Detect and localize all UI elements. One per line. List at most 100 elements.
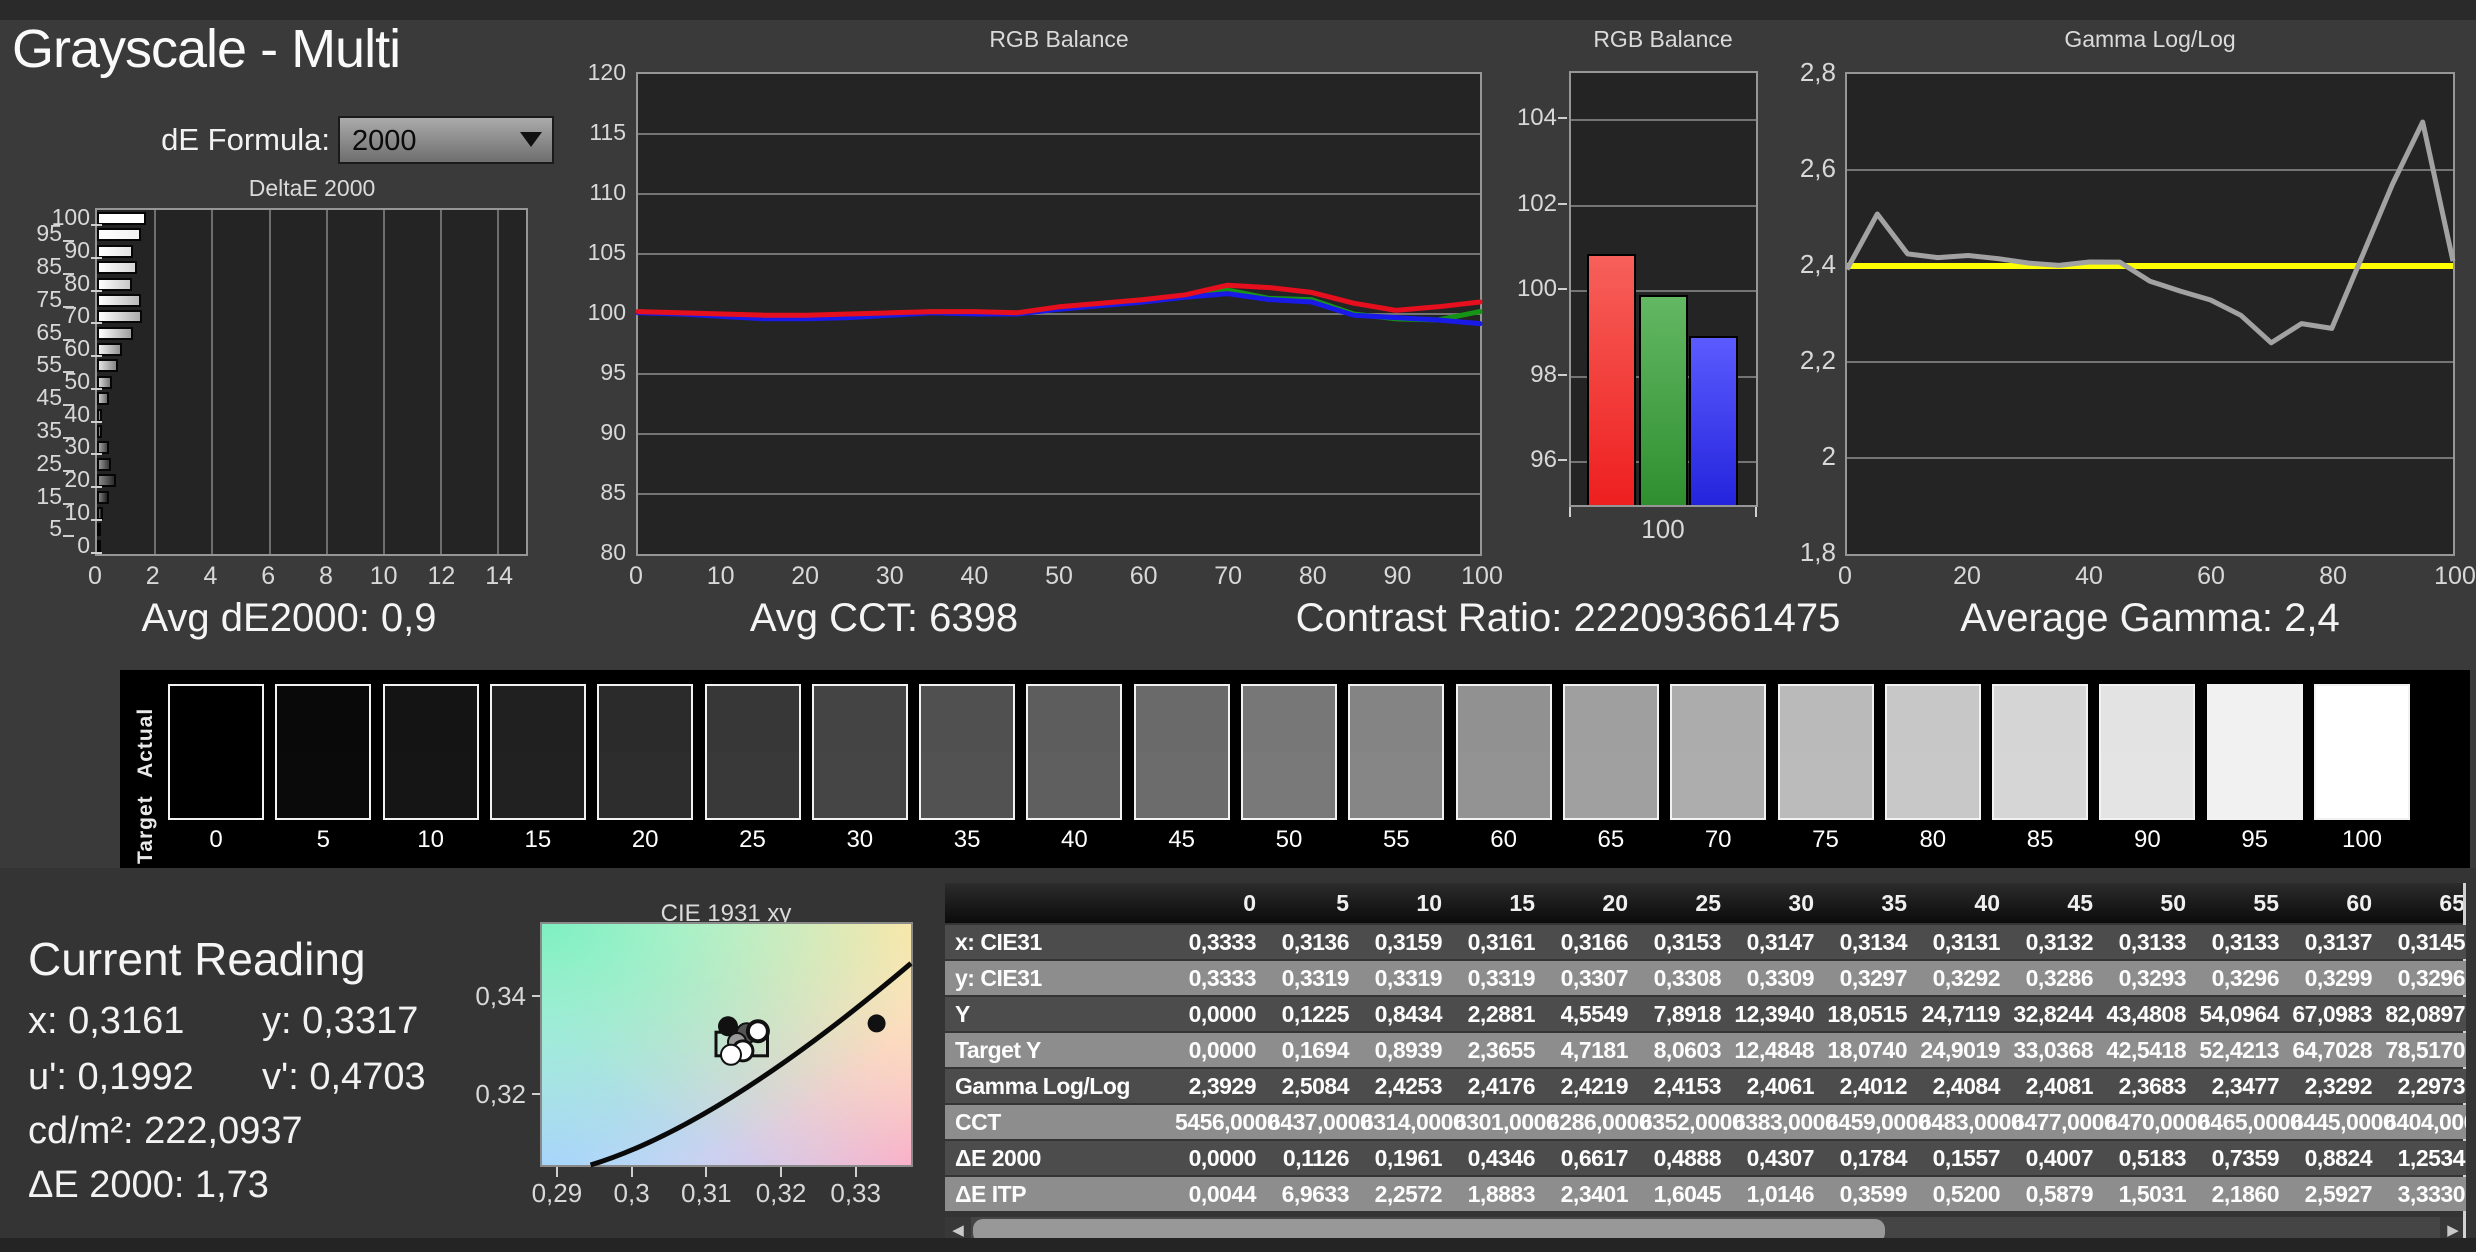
table-cell: 0,1225 xyxy=(1281,1001,1350,1027)
table-cell: 0,3147 xyxy=(1746,929,1815,955)
deltae-ytickmark-30 xyxy=(91,453,102,456)
swatch-label-35: 35 xyxy=(953,826,981,853)
rgbbar-ytickmark-104 xyxy=(1558,117,1567,120)
rgb-balance-lines-svg xyxy=(635,133,1483,495)
table-cell: 0,3333 xyxy=(1188,929,1257,955)
rgb-xtick-100: 100 xyxy=(1461,562,1503,590)
table-col-header-25: 25 xyxy=(1695,890,1721,916)
cie-xtick-0,3: 0,3 xyxy=(613,1178,650,1208)
grayscale-swatch-35 xyxy=(919,684,1016,820)
swatch-target-15 xyxy=(491,752,584,818)
chevron-down-icon xyxy=(520,132,542,147)
swatch-actual-5 xyxy=(277,686,370,752)
swatch-actual-35 xyxy=(921,686,1014,752)
swatch-actual-55 xyxy=(1350,686,1443,752)
reading-x: x: 0,3161 xyxy=(28,1000,185,1042)
deltae-xtick-14: 14 xyxy=(485,562,513,590)
rgbbar-ytick-100: 100 xyxy=(1516,275,1557,303)
table-cell: 0,3319 xyxy=(1281,965,1350,991)
table-cell: 2,4012 xyxy=(1839,1073,1908,1099)
table-cell: 3,3330 xyxy=(2397,1181,2466,1207)
swatch-actual-15 xyxy=(491,686,584,752)
table-cell: 0,6617 xyxy=(1560,1145,1629,1171)
cie-xtickmark-0,3 xyxy=(630,1167,633,1177)
deltae-ytickmark-10 xyxy=(91,518,102,521)
table-cell: 0,1557 xyxy=(1932,1145,2001,1171)
gamma-xtick-60: 60 xyxy=(2197,562,2225,590)
table-cell: 12,4848 xyxy=(1734,1037,1814,1063)
table-col-header-50: 50 xyxy=(2160,890,2186,916)
table-cell: 0,3145 xyxy=(2397,929,2466,955)
deltae-ytickmark-85 xyxy=(63,273,74,276)
table-cell: 0,3319 xyxy=(1374,965,1443,991)
table-cell: 2,2881 xyxy=(1467,1001,1536,1027)
rgb-balance-line-plot xyxy=(635,72,1483,556)
rgbbar-ytickmark-100 xyxy=(1558,288,1567,291)
table-cell: 0,1126 xyxy=(1282,1145,1350,1171)
deltae-xtick-8: 8 xyxy=(318,562,333,590)
swatch-label-80: 80 xyxy=(1919,826,1947,853)
grayscale-swatch-10 xyxy=(382,684,479,820)
table-col-header-0: 0 xyxy=(1243,890,1256,916)
cie-ytickmark-0,32 xyxy=(532,1093,540,1096)
table-cell: 18,0515 xyxy=(1827,1001,1907,1027)
table-cell: 0,5183 xyxy=(2118,1145,2187,1171)
table-cell: 0,0000 xyxy=(1188,1001,1257,1027)
swatch-actual-100 xyxy=(2316,686,2408,752)
table-cell: 6286,0000 xyxy=(1547,1109,1652,1135)
gamma-ytick-2,2: 2,2 xyxy=(1799,345,1836,375)
measurement-point-5 xyxy=(720,1043,742,1066)
table-cell: 6,9633 xyxy=(1281,1181,1350,1207)
grayscale-swatch-45 xyxy=(1133,684,1230,820)
deltae-ytickmark-55 xyxy=(63,371,74,374)
swatch-target-10 xyxy=(384,752,477,818)
gamma-xtick-80: 80 xyxy=(2319,562,2347,590)
swatch-actual-0 xyxy=(170,686,262,752)
rgbbar-ytickmark-98 xyxy=(1558,373,1567,376)
swatch-actual-10 xyxy=(384,686,477,752)
swatch-label-90: 90 xyxy=(2134,826,2161,853)
row-label: Gamma Log/Log xyxy=(955,1073,1130,1099)
table-col-header-15: 15 xyxy=(1509,890,1535,916)
table-cell: 0,3292 xyxy=(1932,965,2001,991)
swatch-target-70 xyxy=(1672,752,1765,818)
swatch-actual-45 xyxy=(1135,686,1228,752)
deltae-ytick-100: 100 xyxy=(51,204,90,230)
swatch-target-85 xyxy=(1994,752,2087,818)
row-label: y: CIE31 xyxy=(955,965,1042,991)
de-formula-select[interactable]: 2000 xyxy=(338,116,554,164)
swatch-actual-70 xyxy=(1672,686,1765,752)
table-cell: 2,4084 xyxy=(1932,1073,2001,1099)
gamma-chart-title: Gamma Log/Log xyxy=(2064,26,2236,52)
table-cell: 2,2572 xyxy=(1374,1181,1443,1207)
cie-xtickmark-0,29 xyxy=(555,1167,558,1177)
gridline-x-10 xyxy=(383,210,385,554)
swatch-label-75: 75 xyxy=(1812,826,1839,853)
swatch-label-10: 10 xyxy=(417,826,444,853)
deltae-ytickmark-35 xyxy=(63,437,74,439)
table-cell: 2,4176 xyxy=(1467,1073,1536,1099)
table-cell: 6437,0000 xyxy=(1268,1109,1373,1135)
table-cell: 0,1694 xyxy=(1281,1037,1350,1063)
table-header-corner xyxy=(945,883,1175,923)
table-cell: 0,1961 xyxy=(1374,1145,1443,1171)
table-cell: 2,1860 xyxy=(2211,1181,2280,1207)
gridline-x-4 xyxy=(211,210,214,554)
table-cell: 0,0000 xyxy=(1188,1037,1257,1063)
table-cell: 0,7359 xyxy=(2211,1145,2280,1171)
table-cell: 0,4007 xyxy=(2025,1145,2094,1171)
table-cell: 2,3683 xyxy=(2118,1073,2187,1099)
gamma-xtick-0: 0 xyxy=(1838,562,1852,590)
cie-xtickmark-0,32 xyxy=(780,1167,782,1177)
gridline-x-6 xyxy=(268,210,271,554)
table-cell: 67,0983 xyxy=(2292,1001,2372,1027)
row-label: ΔE 2000 xyxy=(955,1145,1041,1171)
swatch-target-45 xyxy=(1135,752,1228,818)
rgb-xtick-40: 40 xyxy=(960,562,989,590)
table-cell: 24,9019 xyxy=(1920,1037,2000,1063)
measurement-table-header: 0 5 10 15 20 25 30 35 40 45 50 55 60 65 xyxy=(945,883,2466,923)
swatch-target-90 xyxy=(2101,752,2194,818)
gamma-xtick-20: 20 xyxy=(1953,562,1981,590)
table-cell: 0,3293 xyxy=(2118,965,2187,991)
gamma-measured-line xyxy=(1844,119,2456,346)
